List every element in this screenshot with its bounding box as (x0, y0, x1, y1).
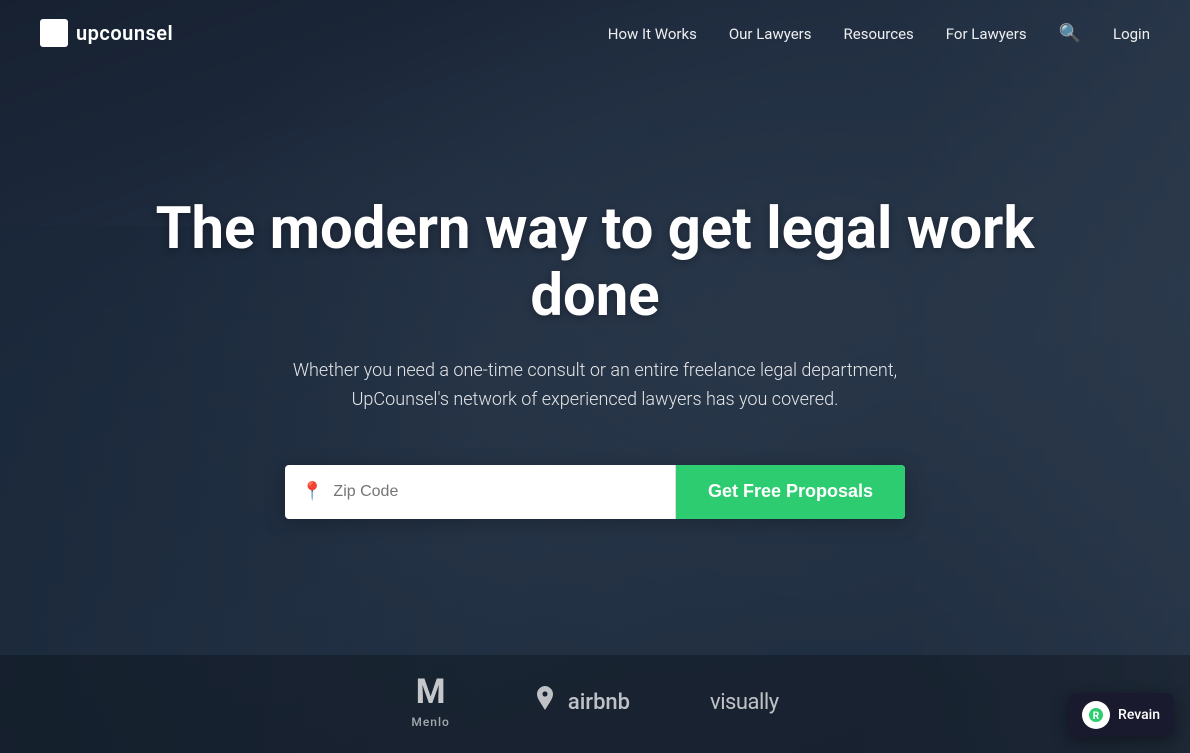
navbar: upcounsel How It Works Our Lawyers Resou… (0, 0, 1190, 66)
menlo-logo: M Menlo (411, 675, 449, 729)
revain-label: Revain (1118, 707, 1160, 723)
visually-logo: visually (710, 690, 779, 715)
logos-bar: M Menlo airbnb visually (0, 655, 1190, 753)
airbnb-symbol (530, 684, 560, 721)
menlo-label: Menlo (411, 715, 449, 729)
logo-link[interactable]: upcounsel (40, 19, 173, 47)
revain-widget[interactable]: R Revain (1068, 693, 1174, 737)
menlo-letter: M (416, 675, 446, 709)
login-link[interactable]: Login (1113, 25, 1150, 43)
search-icon[interactable]: 🔍 (1059, 23, 1081, 44)
get-proposals-button[interactable]: Get Free Proposals (676, 465, 905, 519)
hero-content: The modern way to get legal work done Wh… (0, 66, 1190, 519)
search-bar: 📍 Get Free Proposals (285, 465, 905, 519)
nav-how-it-works[interactable]: How It Works (608, 25, 697, 43)
revain-icon: R (1082, 701, 1110, 729)
location-icon: 📍 (301, 481, 323, 502)
visually-text: visually (710, 690, 779, 715)
hero-title: The modern way to get legal work done (145, 196, 1045, 329)
zip-code-input[interactable] (333, 483, 659, 501)
airbnb-logo: airbnb (530, 684, 630, 721)
nav-links: How It Works Our Lawyers Resources For L… (608, 23, 1150, 44)
nav-resources[interactable]: Resources (844, 25, 914, 43)
nav-for-lawyers[interactable]: For Lawyers (946, 25, 1027, 43)
logo-text: upcounsel (76, 21, 173, 45)
nav-our-lawyers[interactable]: Our Lawyers (729, 25, 812, 43)
hero-subtitle: Whether you need a one-time consult or a… (275, 357, 915, 415)
svg-text:R: R (1093, 711, 1100, 722)
airbnb-text: airbnb (568, 690, 630, 715)
logo-icon (40, 19, 68, 47)
search-input-wrapper: 📍 (285, 481, 675, 502)
